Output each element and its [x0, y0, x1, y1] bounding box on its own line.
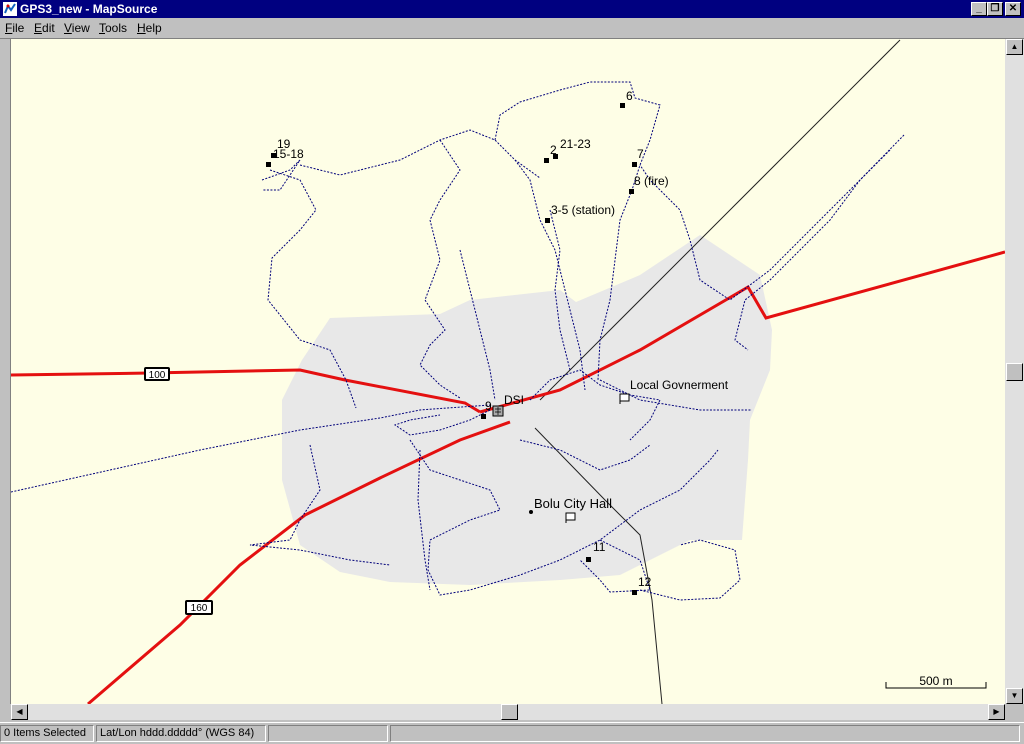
- waypoint-3-5-label: 3-5 (station): [551, 203, 615, 217]
- waypoint-9-label: 9: [485, 399, 492, 413]
- horizontal-scrollbar[interactable]: ◀ ▶: [11, 704, 1005, 720]
- svg-text:160: 160: [191, 603, 208, 614]
- scroll-down-icon[interactable]: ▼: [1006, 688, 1023, 704]
- waypoint-2-label: 2: [550, 143, 557, 157]
- waypoint-3-5-marker: [545, 218, 550, 223]
- waypoint-11-marker: [586, 557, 591, 562]
- close-button[interactable]: ✕: [1005, 2, 1021, 16]
- status-panel-main: [390, 725, 1020, 742]
- status-selection: 0 Items Selected: [0, 725, 94, 742]
- vertical-scrollbar[interactable]: ▲ ▼: [1005, 39, 1024, 704]
- map-view[interactable]: 6 7 8 (fire) 19 15-18 2 21-23 3-5 (stati…: [11, 39, 1005, 704]
- window-title: GPS3_new - MapSource: [20, 2, 158, 16]
- urban-area: [282, 235, 772, 585]
- scroll-right-icon[interactable]: ▶: [988, 704, 1005, 720]
- menu-bar: File Edit View Tools Help: [0, 18, 1024, 39]
- menu-help[interactable]: Help: [137, 21, 162, 35]
- route-160-shield: 160: [185, 600, 213, 615]
- mapsource-app-icon[interactable]: [3, 2, 17, 16]
- route-100-shield: 100: [144, 367, 170, 381]
- menu-tools[interactable]: Tools: [99, 21, 127, 35]
- status-coordinate-format: Lat/Lon hddd.ddddd° (WGS 84): [96, 725, 266, 742]
- scroll-left-icon[interactable]: ◀: [11, 704, 28, 720]
- place-dsi-label: DSI: [504, 393, 524, 407]
- menu-file[interactable]: File: [5, 21, 24, 35]
- waypoint-11-label: 11: [593, 540, 606, 554]
- waypoint-7-label: 7: [637, 147, 644, 161]
- waypoint-8-label: 8 (fire): [634, 174, 669, 188]
- scroll-up-icon[interactable]: ▲: [1006, 39, 1023, 55]
- track: [299, 129, 541, 179]
- menu-edit[interactable]: Edit: [34, 21, 55, 35]
- dsi-building-icon: [492, 405, 504, 417]
- map-canvas[interactable]: 6 7 8 (fire) 19 15-18 2 21-23 3-5 (stati…: [11, 39, 1005, 704]
- restore-button[interactable]: ❐: [987, 2, 1003, 16]
- waypoint-15-18-marker: [266, 162, 271, 167]
- place-government-label: Local Govnerment: [630, 378, 729, 392]
- status-panel-empty: [268, 725, 388, 742]
- waypoint-6-marker: [620, 103, 625, 108]
- waypoint-21-23-label: 21-23: [560, 137, 591, 151]
- scale-label: 500 m: [919, 674, 952, 688]
- status-bar: 0 Items Selected Lat/Lon hddd.ddddd° (WG…: [0, 722, 1024, 744]
- place-city-hall-label: Bolu City Hall: [534, 496, 612, 511]
- bolu-city-point: [529, 510, 533, 514]
- title-bar: GPS3_new - MapSource _ ❐ ✕: [0, 0, 1024, 18]
- waypoint-12-label: 12: [638, 575, 652, 589]
- scroll-corner: [1005, 704, 1024, 720]
- vertical-scroll-thumb[interactable]: [1006, 363, 1023, 381]
- svg-text:100: 100: [149, 370, 166, 381]
- menu-view[interactable]: View: [64, 21, 90, 35]
- scale-bar: 500 m: [885, 674, 987, 689]
- waypoint-7-marker: [632, 162, 637, 167]
- left-panel-edge[interactable]: [0, 39, 11, 704]
- waypoint-12-marker: [632, 590, 637, 595]
- waypoint-2-marker: [544, 158, 549, 163]
- minimize-button[interactable]: _: [971, 2, 987, 16]
- horizontal-scroll-thumb[interactable]: [501, 704, 518, 720]
- waypoint-6-label: 6: [626, 89, 633, 103]
- waypoint-9-marker: [481, 414, 486, 419]
- waypoint-8-marker: [629, 189, 634, 194]
- waypoint-15-18-label: 15-18: [273, 147, 304, 161]
